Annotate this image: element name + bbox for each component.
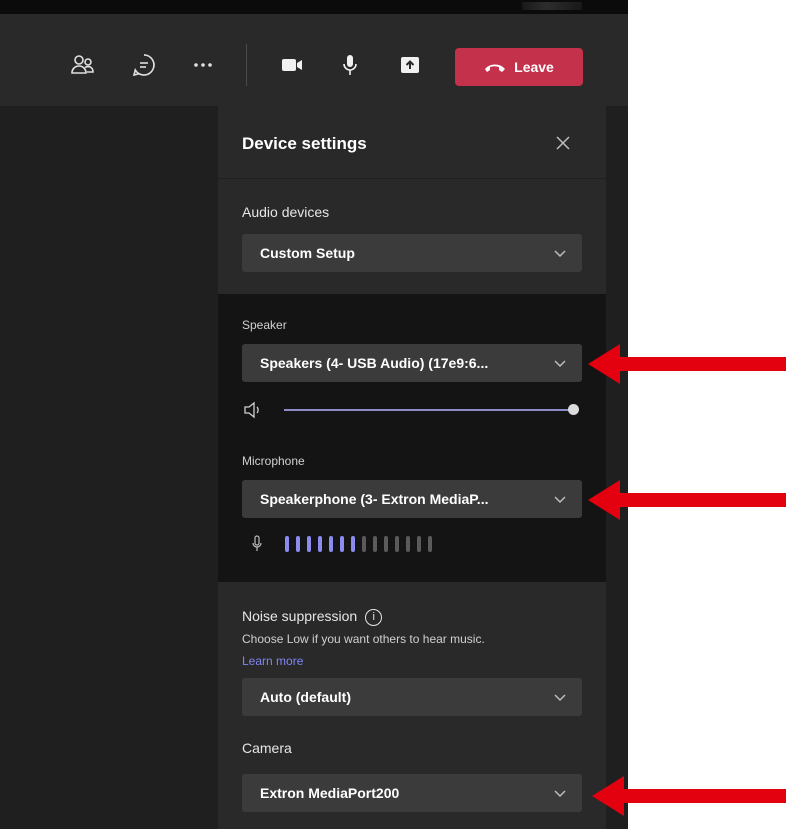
noise-suppression-heading: Noise suppression i (242, 608, 383, 626)
title-divider (218, 178, 606, 179)
mic-level-bar (428, 536, 432, 552)
mic-level-bar (340, 536, 344, 552)
chevron-down-icon (554, 250, 566, 258)
device-settings-panel: Device settings Audio devices Custom Set… (218, 106, 606, 829)
mic-level-meter (250, 534, 432, 554)
leave-button[interactable]: Leave (455, 48, 583, 86)
audio-devices-label: Audio devices (242, 204, 330, 220)
mic-level-bar (362, 536, 366, 552)
info-icon[interactable]: i (365, 608, 383, 626)
mic-small-icon (252, 535, 262, 551)
camera-value: Extron MediaPort200 (260, 785, 400, 801)
speaker-value: Speakers (4- USB Audio) (17e9:6... (260, 355, 489, 371)
mic-level-bar (384, 536, 388, 552)
people-icon[interactable] (68, 50, 98, 80)
leave-button-label: Leave (514, 59, 554, 75)
chevron-down-icon (554, 360, 566, 368)
noise-suppression-label: Noise suppression (242, 608, 358, 624)
microphone-value: Speakerphone (3- Extron MediaP... (260, 491, 489, 507)
top-strip-blur (522, 2, 582, 10)
microphone-label: Microphone (242, 454, 305, 468)
volume-track (284, 409, 574, 411)
noise-suppression-value: Auto (default) (260, 689, 351, 705)
annotation-arrow-microphone (588, 480, 786, 520)
toolbar-divider (246, 44, 247, 86)
mic-level-bar (395, 536, 399, 552)
camera-label: Camera (242, 740, 292, 756)
speaker-volume-slider[interactable] (242, 400, 586, 420)
noise-suppression-hint: Choose Low if you want others to hear mu… (242, 632, 485, 646)
annotation-arrow-speaker (588, 344, 786, 384)
volume-thumb[interactable] (568, 404, 579, 415)
speaker-dropdown[interactable]: Speakers (4- USB Audio) (17e9:6... (242, 344, 582, 382)
camera-dropdown[interactable]: Extron MediaPort200 (242, 774, 582, 812)
mic-level-bar (373, 536, 377, 552)
mic-level-bar (329, 536, 333, 552)
chevron-down-icon (554, 496, 566, 504)
hangup-icon (485, 64, 506, 72)
chevron-down-icon (554, 790, 566, 798)
panel-title: Device settings (242, 134, 367, 153)
camera-icon[interactable] (277, 50, 307, 80)
audio-devices-subsection: Speaker Speakers (4- USB Audio) (17e9:6.… (218, 294, 606, 582)
annotation-arrow-camera (592, 776, 786, 816)
more-icon[interactable] (188, 50, 218, 80)
meeting-toolbar: Leave (0, 14, 628, 106)
right-edge (606, 106, 628, 829)
learn-more-link[interactable]: Learn more (242, 654, 303, 668)
mic-level-bar (417, 536, 421, 552)
audio-devices-dropdown[interactable]: Custom Setup (242, 234, 582, 272)
mic-level-bar (406, 536, 410, 552)
mic-level-bar (285, 536, 289, 552)
teams-meeting-window: Leave Device settings Audio devices Cust… (0, 0, 628, 829)
speaker-label: Speaker (242, 318, 287, 332)
window-top-strip (0, 0, 628, 14)
noise-suppression-dropdown[interactable]: Auto (default) (242, 678, 582, 716)
chat-icon[interactable] (129, 50, 159, 80)
microphone-dropdown[interactable]: Speakerphone (3- Extron MediaP... (242, 480, 582, 518)
meeting-stage (0, 106, 218, 829)
mic-level-bar (296, 536, 300, 552)
mic-icon[interactable] (335, 50, 365, 80)
speaker-icon (244, 401, 259, 419)
chevron-down-icon (554, 694, 566, 702)
mic-level-bar (307, 536, 311, 552)
mic-level-bar (318, 536, 322, 552)
share-icon[interactable] (395, 50, 425, 80)
close-icon[interactable] (552, 132, 574, 154)
mic-level-bar (351, 536, 355, 552)
audio-devices-value: Custom Setup (260, 245, 355, 261)
